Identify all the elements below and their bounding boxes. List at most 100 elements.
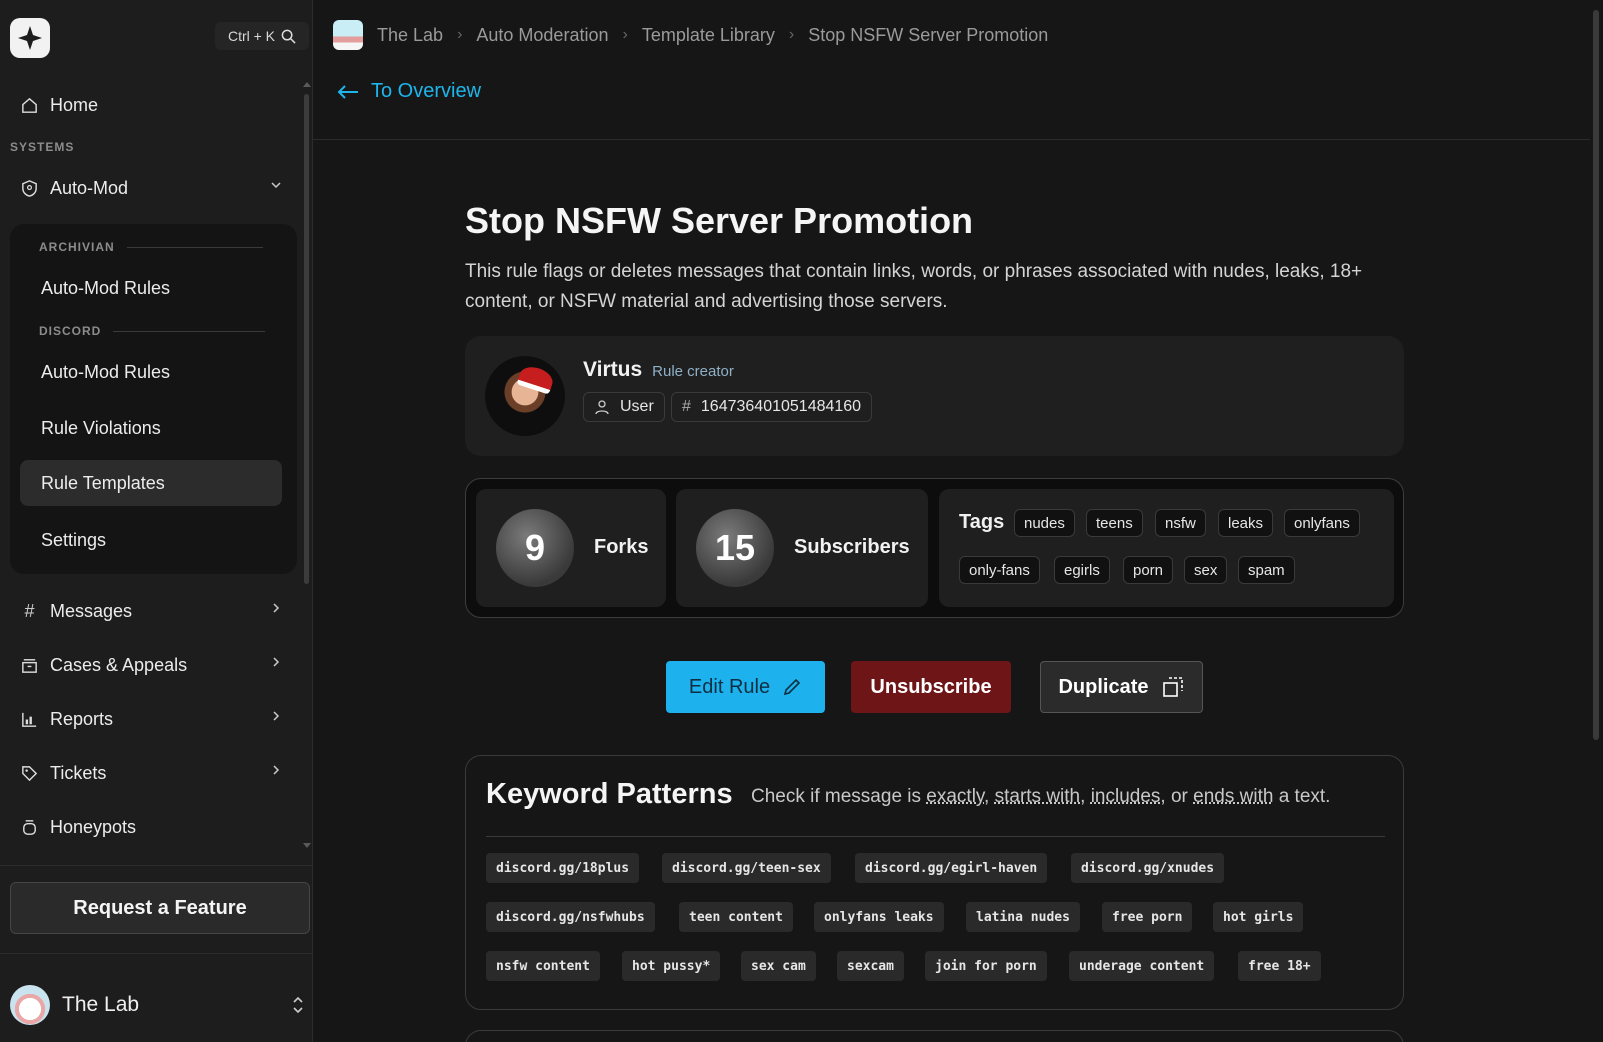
scroll-down-arrow-icon[interactable] (303, 843, 311, 848)
sidebar-item-tickets[interactable]: Tickets (20, 755, 282, 791)
sidebar-item-rule-violations[interactable]: Rule Violations (20, 405, 282, 451)
tag-chip[interactable]: nudes (1014, 509, 1075, 537)
shield-user-icon (22, 179, 37, 197)
keyword-chip: free porn (1102, 902, 1193, 932)
chevron-right-icon (273, 657, 280, 667)
edit-rule-button[interactable]: Edit Rule (666, 661, 825, 713)
breadcrumb-item[interactable]: Template Library (642, 25, 775, 46)
sidebar-item-honeypots[interactable]: Honeypots (20, 809, 282, 845)
workspace-name: The Lab (62, 993, 140, 1016)
tag-chip[interactable]: spam (1238, 556, 1295, 584)
keyword-chip: discord.gg/nsfwhubs (486, 902, 655, 932)
page-title: Stop NSFW Server Promotion (465, 200, 974, 241)
keyword-chip: join for porn (925, 951, 1047, 981)
keyword-patterns-card: Keyword Patterns Check if message is exa… (465, 755, 1404, 1010)
shortcut-label: Ctrl + K (227, 28, 276, 44)
breadcrumb-item[interactable]: Auto Moderation (476, 25, 608, 46)
keyword-chip: discord.gg/egirl-haven (855, 853, 1048, 883)
divider (0, 953, 313, 954)
workspace-avatar (10, 985, 50, 1025)
keyword-chip: free 18+ (1238, 951, 1321, 981)
chevron-right-icon (273, 765, 280, 775)
sidebar-item-label: Messages (50, 600, 133, 621)
divider (486, 836, 1385, 837)
sparkle-logo-icon (18, 26, 42, 50)
sidebar-item-label: Home (50, 94, 99, 115)
search-icon (281, 29, 296, 44)
sidebar-item-rule-templates[interactable]: Rule Templates (20, 460, 282, 506)
subscribers-stat: 15 Subscribers (676, 489, 928, 607)
back-to-overview-link[interactable]: To Overview (337, 80, 481, 103)
keyword-chip: discord.gg/xnudes (1071, 853, 1225, 883)
creator-name-row: Virtus Rule creator (583, 358, 734, 382)
request-feature-button[interactable]: Request a Feature (10, 882, 310, 934)
scroll-up-arrow-icon[interactable] (303, 82, 311, 87)
forks-label: Forks (594, 536, 649, 558)
keyword-chip: latina nudes (966, 902, 1080, 932)
sidebar-item-home[interactable]: Home (20, 87, 282, 123)
scrollbar-thumb[interactable] (304, 94, 309, 584)
breadcrumb: The Lab › Auto Moderation › Template Lib… (333, 18, 1048, 52)
sidebar-item-reports[interactable]: Reports (20, 701, 282, 737)
sidebar-item-messages[interactable]: # Messages (20, 593, 282, 629)
sidebar-item-cases[interactable]: Cases & Appeals (20, 647, 282, 683)
sidebar-item-label: Reports (50, 708, 114, 729)
keyword-chip: hot girls (1213, 902, 1304, 932)
next-section-card (465, 1030, 1404, 1042)
chevron-right-icon: › (457, 26, 463, 43)
user-id-label: 164736401051484160 (700, 398, 862, 415)
sidebar-item-automod[interactable]: Auto-Mod (20, 170, 282, 206)
creator-name: Virtus (583, 358, 643, 381)
tag-icon (22, 765, 38, 781)
forks-count: 9 (496, 509, 574, 587)
archive-box-icon (22, 658, 37, 673)
main-content: The Lab › Auto Moderation › Template Lib… (313, 0, 1603, 1042)
keyword-patterns-subtitle: Check if message is exactly, starts with… (751, 786, 1331, 807)
page-scrollbar[interactable] (1593, 10, 1599, 740)
sidebar-item-label: Honeypots (50, 816, 137, 837)
sidebar-item-label: Tickets (50, 762, 107, 783)
user-id-chip[interactable]: # 164736401051484160 (671, 392, 873, 422)
santa-hat-icon (516, 363, 556, 395)
creator-role: Rule creator (652, 363, 734, 380)
sidebar-item-discord-rules[interactable]: Auto-Mod Rules (20, 349, 282, 395)
home-icon (22, 97, 37, 113)
divider (0, 865, 313, 866)
app-logo[interactable] (10, 18, 50, 58)
sidebar-item-archivian-rules[interactable]: Auto-Mod Rules (20, 265, 282, 311)
tag-chip[interactable]: leaks (1218, 509, 1274, 537)
duplicate-button[interactable]: Duplicate (1040, 661, 1203, 713)
sidebar-item-settings[interactable]: Settings (20, 517, 282, 563)
sidebar-scrollbar[interactable] (302, 80, 311, 850)
hash-icon: # (682, 398, 691, 415)
subsection-label-archivian: ARCHIVIAN (39, 240, 263, 254)
breadcrumb-current: Stop NSFW Server Promotion (808, 24, 1049, 45)
sidebar-item-label: Auto-Mod (50, 177, 129, 198)
chevron-down-icon (271, 182, 281, 189)
unsubscribe-button[interactable]: Unsubscribe (851, 661, 1011, 713)
workspace-switcher[interactable]: The Lab (10, 985, 305, 1025)
subscribers-count: 15 (696, 509, 774, 587)
tag-chip[interactable]: egirls (1054, 556, 1110, 584)
tag-chip[interactable]: sex (1184, 556, 1228, 584)
tag-chip[interactable]: nsfw (1155, 509, 1206, 537)
automod-subpanel: ARCHIVIAN Auto-Mod Rules DISCORD Auto-Mo… (10, 224, 297, 574)
keyword-chip: nsfw content (486, 951, 600, 981)
breadcrumb-item[interactable]: The Lab (377, 25, 443, 46)
tag-chip[interactable]: porn (1123, 556, 1174, 584)
chevron-up-down-icon (293, 996, 303, 1014)
sidebar: Ctrl + K Home SYSTEMS Auto-Mod ARCHIVIAN… (0, 0, 313, 1042)
duplicate-label: Duplicate (1058, 675, 1149, 698)
keyword-chip: underage content (1069, 951, 1215, 981)
keyword-chip: sex cam (741, 951, 816, 981)
arrow-left-icon (337, 84, 358, 99)
tag-chip[interactable]: onlyfans (1284, 509, 1360, 537)
sidebar-nav: Home SYSTEMS Auto-Mod ARCHIVIAN Auto-Mod… (0, 80, 313, 865)
subscribers-label: Subscribers (794, 536, 910, 558)
section-label-systems: SYSTEMS (10, 140, 75, 154)
keyword-chip: teen content (679, 902, 793, 932)
search-shortcut-button[interactable]: Ctrl + K (215, 22, 309, 50)
tag-chip[interactable]: only-fans (959, 556, 1040, 584)
forks-stat: 9 Forks (476, 489, 666, 607)
tag-chip[interactable]: teens (1086, 509, 1143, 537)
